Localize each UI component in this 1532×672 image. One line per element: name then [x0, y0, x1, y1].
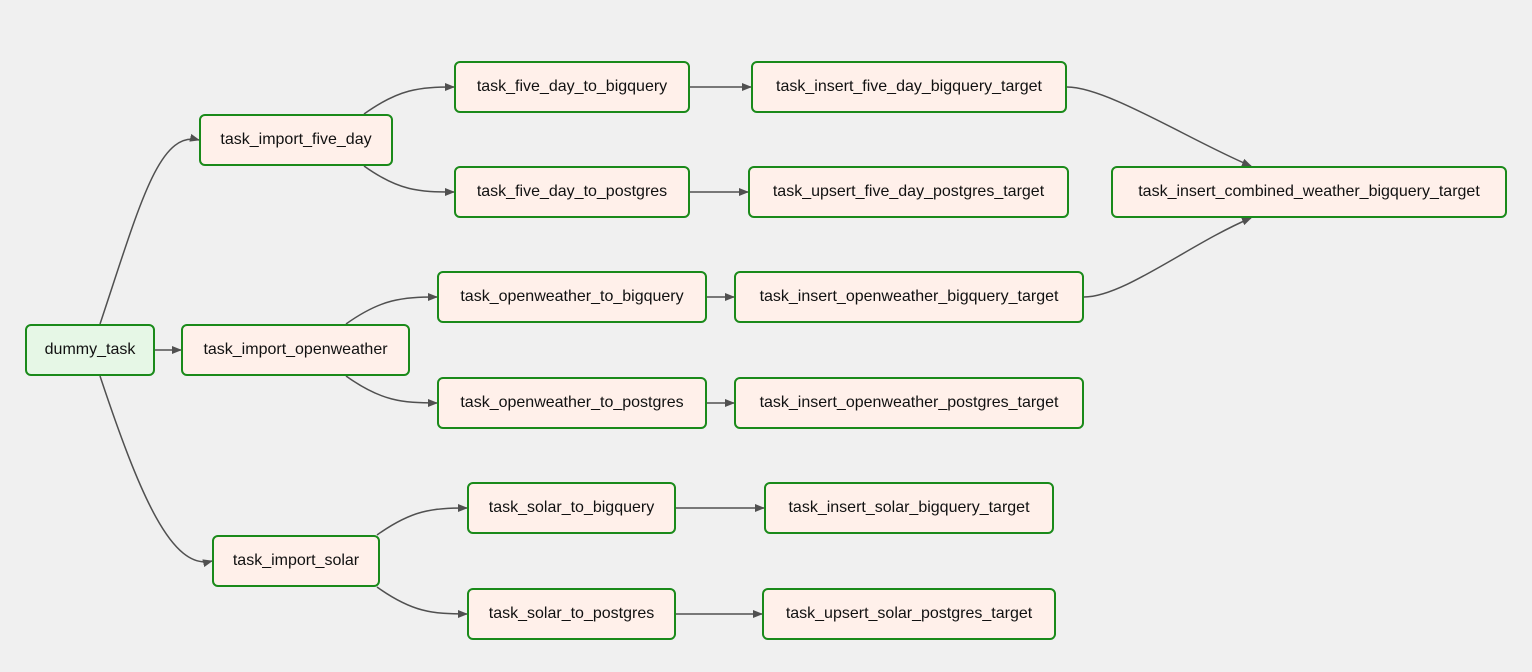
node-task-solar-to-bigquery[interactable]: task_solar_to_bigquery — [467, 482, 676, 534]
edge-task-import-five-day-to-task-five-day-to-bigquery — [363, 83, 455, 115]
node-task-upsert-solar-postgres-target[interactable]: task_upsert_solar_postgres_target — [762, 588, 1056, 640]
edge-task-import-openweather-to-task-openweather-to-bigquery — [345, 293, 438, 325]
edge-task-insert-openweather-bigquery-target-to-task-insert-combined-weather-bigquery-target — [1083, 217, 1252, 298]
node-dummy-task[interactable]: dummy_task — [25, 324, 155, 376]
edge-dummy-task-to-task-import-five-day — [99, 133, 200, 325]
edge-task-import-five-day-to-task-five-day-to-postgres — [363, 165, 455, 196]
node-task-openweather-to-postgres[interactable]: task_openweather_to_postgres — [437, 377, 707, 429]
edge-task-import-solar-to-task-solar-to-bigquery — [376, 504, 468, 536]
node-task-insert-solar-bigquery-target[interactable]: task_insert_solar_bigquery_target — [764, 482, 1054, 534]
node-task-five-day-to-postgres[interactable]: task_five_day_to_postgres — [454, 166, 690, 218]
node-task-solar-to-postgres[interactable]: task_solar_to_postgres — [467, 588, 676, 640]
edge-task-import-openweather-to-task-openweather-to-postgres — [345, 375, 438, 407]
node-task-upsert-five-day-postgres-target[interactable]: task_upsert_five_day_postgres_target — [748, 166, 1069, 218]
node-task-import-openweather[interactable]: task_import_openweather — [181, 324, 410, 376]
node-task-five-day-to-bigquery[interactable]: task_five_day_to_bigquery — [454, 61, 690, 113]
node-task-insert-five-day-bigquery-target[interactable]: task_insert_five_day_bigquery_target — [751, 61, 1067, 113]
node-task-insert-openweather-postgres-target[interactable]: task_insert_openweather_postgres_target — [734, 377, 1084, 429]
edge-dummy-task-to-task-import-solar — [99, 375, 213, 568]
node-task-import-five-day[interactable]: task_import_five_day — [199, 114, 393, 166]
edge-task-import-solar-to-task-solar-to-postgres — [376, 586, 468, 618]
node-task-insert-openweather-bigquery-target[interactable]: task_insert_openweather_bigquery_target — [734, 271, 1084, 323]
node-task-openweather-to-bigquery[interactable]: task_openweather_to_bigquery — [437, 271, 707, 323]
node-task-import-solar[interactable]: task_import_solar — [212, 535, 380, 587]
edge-task-insert-five-day-bigquery-target-to-task-insert-combined-weather-bigquery-target — [1066, 86, 1252, 167]
node-task-insert-combined-weather-bigquery-target[interactable]: task_insert_combined_weather_bigquery_ta… — [1111, 166, 1507, 218]
